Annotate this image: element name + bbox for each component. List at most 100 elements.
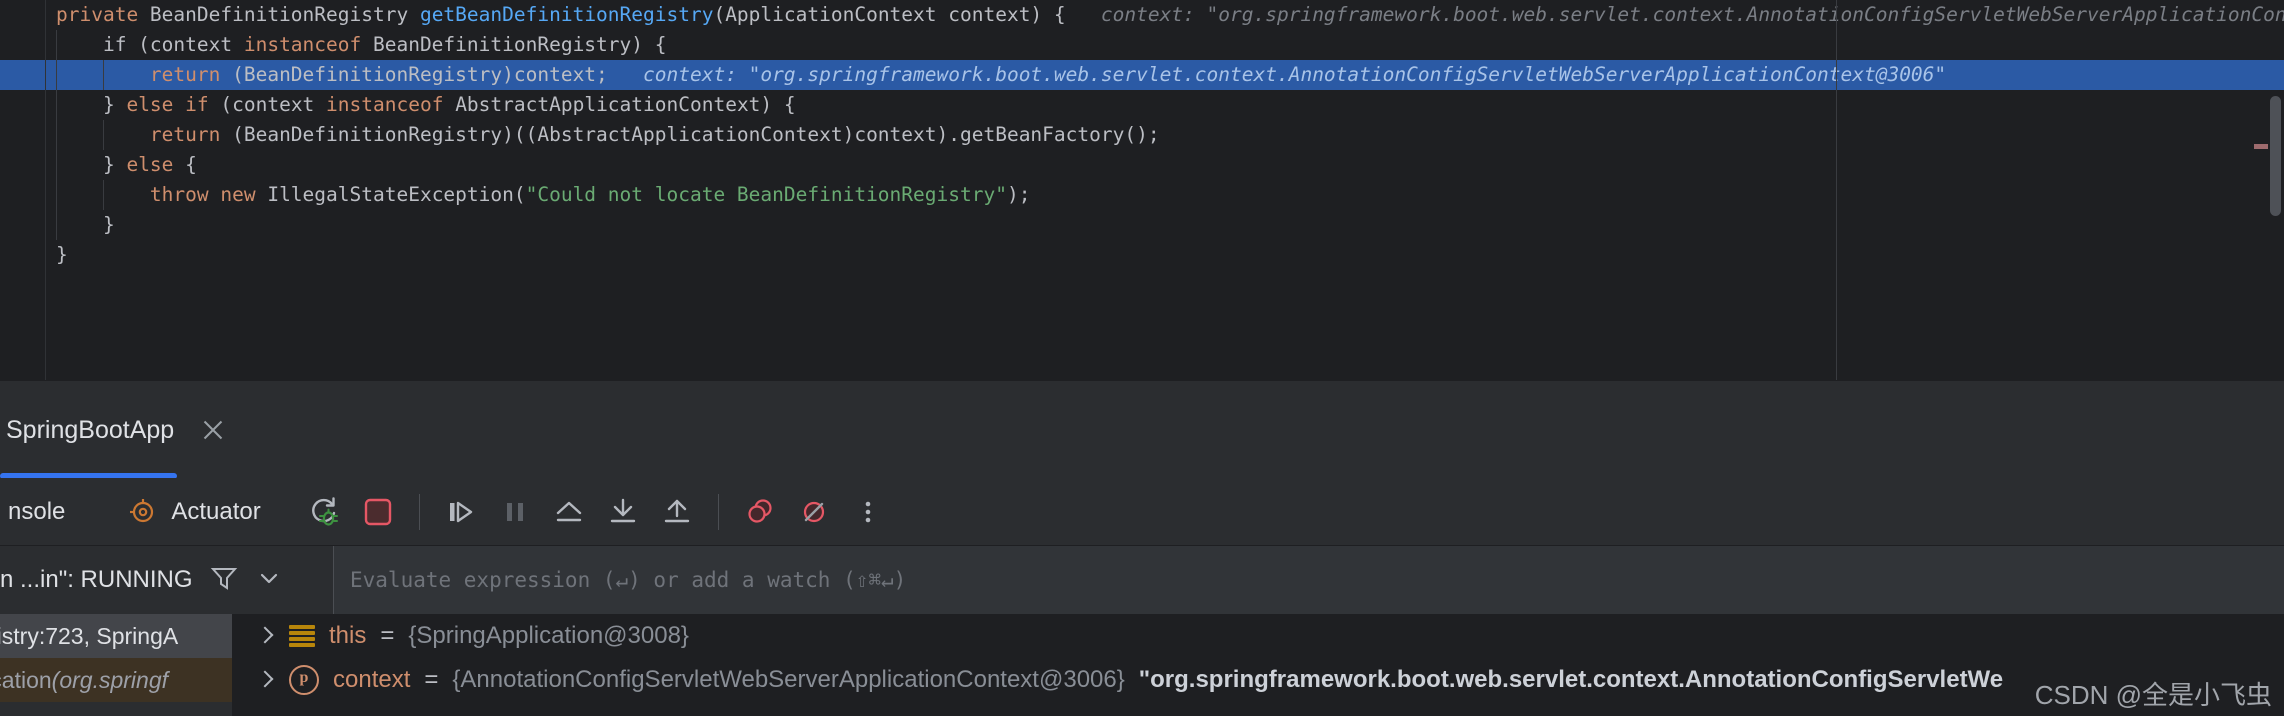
thread-status-label: n ...in": RUNNING — [0, 566, 193, 593]
variable-name: this — [329, 622, 367, 649]
more-options-button[interactable] — [841, 485, 895, 539]
frame-label: pringApplication — [0, 666, 52, 693]
frames-panel[interactable]: finitionRegistry:723, SpringA pringApplic… — [0, 614, 232, 716]
more-vertical-icon — [865, 501, 871, 523]
indent-guide — [56, 180, 57, 210]
stop-button[interactable] — [351, 485, 405, 539]
code-line[interactable]: } else if (context instanceof AbstractAp… — [0, 90, 2284, 120]
code-token: instanceof — [326, 93, 456, 116]
code-token: throw new — [149, 183, 268, 206]
variables-panel[interactable]: this = {SpringApplication@3008} p contex… — [233, 614, 2284, 716]
mute-breakpoints-button[interactable] — [787, 485, 841, 539]
evaluate-placeholder: Evaluate expression (↵) or add a watch (… — [350, 568, 907, 592]
editor-vertical-scrollbar[interactable] — [2270, 96, 2281, 216]
code-token: (BeanDefinitionRegistry)((AbstractApplic… — [232, 123, 1160, 146]
step-out-button[interactable] — [650, 485, 704, 539]
indent-guide — [103, 60, 104, 90]
tab-actuator-label: Actuator — [171, 498, 261, 525]
indent-guide — [56, 150, 57, 180]
code-line[interactable]: return (BeanDefinitionRegistry)((Abstrac… — [0, 120, 2284, 150]
code-token: return — [149, 63, 233, 86]
run-configuration-tabbar: SpringBootApp — [0, 380, 2284, 479]
step-out-icon — [664, 499, 689, 523]
code-token: IllegalStateException( — [267, 183, 526, 206]
chevron-down-icon[interactable] — [255, 564, 283, 597]
evaluate-expression-input[interactable]: Evaluate expression (↵) or add a watch (… — [334, 546, 2284, 614]
code-token: (ApplicationContext context) { — [713, 3, 1066, 26]
toolbar-separator-1 — [418, 494, 420, 530]
gutter-current-line-highlight — [0, 60, 46, 90]
parameter-icon: p — [289, 665, 319, 695]
step-into-button[interactable] — [596, 485, 650, 539]
rerun-debug-icon — [311, 497, 338, 526]
code-token: (context — [220, 93, 327, 116]
indent-guide — [103, 120, 104, 150]
code-token: ); — [1006, 183, 1031, 206]
stop-icon — [364, 498, 391, 526]
code-editor[interactable]: private BeanDefinitionRegistry getBeanDe… — [0, 0, 2284, 380]
code-line[interactable]: if (context instanceof BeanDefinitionReg… — [0, 30, 2284, 60]
frame-row[interactable]: pringApplication (org.springf — [0, 658, 232, 702]
code-line[interactable]: throw new IllegalStateException("Could n… — [0, 180, 2284, 210]
code-token: BeanDefinitionRegistry — [149, 3, 420, 26]
step-over-button[interactable] — [542, 485, 596, 539]
indent-guide — [56, 210, 57, 240]
mute-breakpoints-icon — [803, 501, 824, 523]
watermark: CSDN @全是小飞虫 — [2034, 680, 2272, 710]
indent-guide — [103, 180, 104, 210]
variable-row-context[interactable]: p context = {AnnotationConfigServletWebS… — [233, 658, 2284, 702]
code-token: else — [126, 153, 186, 176]
code-token: BeanDefinitionRegistry) { — [372, 33, 667, 56]
code-line[interactable]: return (BeanDefinitionRegistry)context; … — [0, 60, 2284, 90]
pause-program-button[interactable] — [488, 485, 542, 539]
step-over-icon — [556, 501, 581, 522]
actuator-icon — [130, 499, 154, 523]
indent-guide — [56, 90, 57, 120]
pause-icon — [506, 503, 523, 521]
right-margin-guide — [1836, 0, 1837, 380]
variable-row-this[interactable]: this = {SpringApplication@3008} — [233, 614, 2284, 658]
code-token: return — [149, 123, 233, 146]
code-token: context: "org.springframework.boot.web.s… — [607, 63, 1947, 86]
editor-gutter[interactable] — [0, 0, 46, 380]
code-token: } — [56, 213, 115, 236]
frame-row[interactable]: finitionRegistry:723, SpringA — [0, 614, 232, 658]
code-lines-container[interactable]: private BeanDefinitionRegistry getBeanDe… — [0, 0, 2284, 380]
code-line[interactable]: } else { — [0, 150, 2284, 180]
view-breakpoints-button[interactable] — [733, 485, 787, 539]
breakpoints-icon — [748, 499, 772, 523]
code-token: else if — [126, 93, 221, 116]
variable-equals: = — [424, 666, 439, 693]
error-stripe-marker[interactable] — [2254, 144, 2268, 149]
variable-equals: = — [380, 622, 395, 649]
tab-label: SpringBootApp — [6, 415, 175, 444]
toolbar-separator-2 — [717, 494, 719, 530]
tab-console[interactable]: nsole — [0, 498, 73, 526]
rerun-debug-button[interactable] — [297, 485, 351, 539]
code-line[interactable]: } — [0, 240, 2284, 270]
frame-label: finitionRegistry:723, SpringA — [0, 622, 179, 649]
indent-guide — [56, 60, 57, 90]
expand-arrow-icon[interactable] — [255, 670, 275, 690]
filter-icon[interactable] — [209, 563, 239, 598]
field-icon — [289, 623, 315, 649]
code-token: if (context — [56, 33, 244, 56]
indent-guide — [56, 30, 57, 60]
resume-program-button[interactable] — [434, 485, 488, 539]
tab-actuator[interactable]: Actuator — [117, 496, 268, 528]
code-line[interactable]: private BeanDefinitionRegistry getBeanDe… — [0, 0, 2284, 30]
expand-arrow-icon[interactable] — [255, 626, 275, 646]
code-token: context: "org.springframework.boot.web.s… — [1065, 3, 2284, 26]
close-icon[interactable] — [200, 417, 226, 443]
frame-package: (org.springf — [51, 666, 168, 693]
code-token: private — [56, 3, 150, 26]
code-token: } — [56, 93, 127, 116]
code-token: AbstractApplicationContext) { — [455, 93, 796, 116]
tab-springbootapp[interactable]: SpringBootApp — [0, 389, 256, 471]
gutter-separator — [45, 0, 46, 380]
debugger-status-row: n ...in": RUNNING Evaluate expression (↵… — [0, 546, 2284, 614]
code-token: "Could not locate BeanDefinitionRegistry… — [525, 183, 1007, 206]
code-line[interactable]: } — [0, 210, 2284, 240]
thread-selector[interactable]: n ...in": RUNNING — [0, 546, 332, 614]
code-token: } — [56, 153, 127, 176]
